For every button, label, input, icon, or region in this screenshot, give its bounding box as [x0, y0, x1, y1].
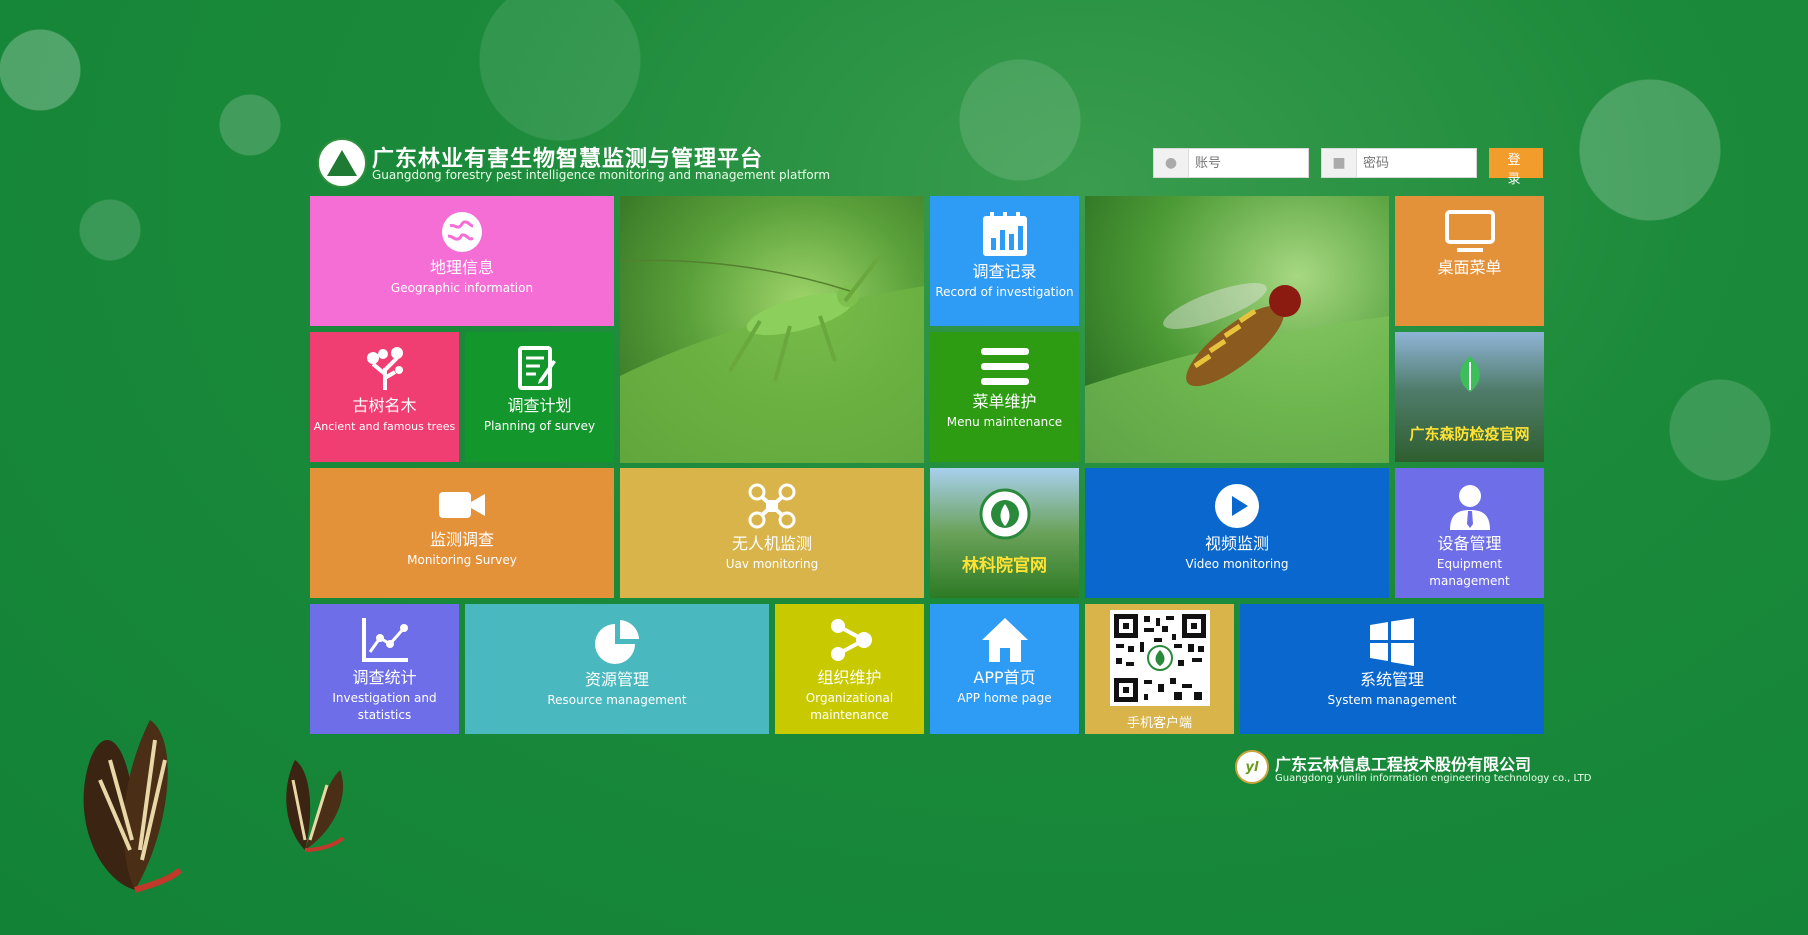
calendar-chart-icon	[930, 210, 1079, 258]
line-chart-icon	[310, 616, 459, 664]
tile-label-cn: 设备管理	[1437, 534, 1502, 553]
monitor-icon	[1395, 210, 1544, 254]
tile-label-cn: 桌面菜单	[1437, 258, 1502, 277]
tile-label-cn: 调查统计	[352, 668, 417, 687]
leaf-logo-icon	[1395, 354, 1544, 394]
grasshopper-photo	[620, 196, 924, 463]
tile-menu-maintenance[interactable]: 菜单维护 Menu maintenance	[930, 332, 1079, 462]
tile-organizational-maintenance[interactable]: 组织维护 Organizational maintenance	[775, 604, 924, 734]
pie-chart-icon	[465, 618, 769, 666]
tile-uav-monitoring[interactable]: 无人机监测 Uav monitoring	[620, 468, 924, 598]
tile-label-en: Resource management	[547, 693, 687, 707]
tile-forest-quarantine-site[interactable]: 广东森防检疫官网	[1395, 332, 1544, 462]
tile-label-cn: 手机客户端	[1126, 716, 1192, 731]
page-subtitle: Guangdong forestry pest intelligence mon…	[372, 168, 831, 182]
tile-investigation-statistics[interactable]: 调查统计 Investigation and statistics	[310, 604, 459, 734]
tile-label-en: Ancient and famous trees	[313, 420, 456, 433]
drone-icon	[620, 482, 924, 530]
tile-system-management[interactable]: 系统管理 System management	[1240, 604, 1544, 734]
globe-icon	[310, 210, 614, 254]
tile-label-en: Menu maintenance	[946, 415, 1063, 429]
hoverfly-photo	[1085, 196, 1389, 463]
account-input[interactable]	[1193, 154, 1307, 172]
user-manager-icon	[1395, 482, 1544, 530]
login-button[interactable]: 登 录	[1489, 148, 1543, 187]
academy-seal-icon	[930, 488, 1079, 540]
tile-monitoring-survey[interactable]: 监测调查 Monitoring Survey	[310, 468, 614, 598]
tile-label-cn: 林科院官网	[962, 556, 1047, 576]
tile-label-cn: 组织维护	[817, 668, 882, 687]
org-network-icon	[775, 616, 924, 664]
tile-label-en: Video monitoring	[1185, 557, 1289, 571]
tile-label-cn: 地理信息	[429, 258, 494, 277]
tile-geographic-information[interactable]: 地理信息 Geographic information	[310, 196, 614, 326]
tile-label-en: Investigation and statistics	[332, 691, 437, 722]
play-circle-icon	[1085, 482, 1389, 530]
video-camera-icon	[310, 482, 614, 526]
tile-label-en: APP home page	[957, 691, 1052, 705]
tile-desktop-menu[interactable]: 桌面菜单	[1395, 196, 1544, 326]
tile-label-en: Record of investigation	[935, 285, 1074, 299]
hamburger-menu-icon	[930, 344, 1079, 388]
tile-label-en: System management	[1327, 693, 1457, 707]
company-logo: yl	[1235, 750, 1269, 784]
tile-label-en: Monitoring Survey	[407, 553, 517, 567]
tree-icon	[327, 150, 357, 176]
tile-label-cn: 调查计划	[507, 396, 572, 415]
account-field[interactable]: ●	[1153, 148, 1309, 178]
tile-label-cn: 调查记录	[972, 262, 1037, 281]
tile-label-cn: 系统管理	[1359, 670, 1424, 689]
tile-app-home-page[interactable]: APP首页 APP home page	[930, 604, 1079, 734]
tile-label-en: Geographic information	[390, 281, 534, 295]
tree-branch-icon	[310, 344, 459, 392]
edit-document-icon	[465, 344, 614, 392]
tile-label-cn: 无人机监测	[731, 534, 812, 553]
tile-label-en: Equipment management	[1429, 557, 1510, 588]
tile-forestry-academy-site[interactable]: 林科院官网	[930, 468, 1079, 598]
butterfly-icon	[83, 720, 183, 893]
tile-mobile-client[interactable]: 手机客户端	[1085, 604, 1234, 734]
company-name: 广东云林信息工程技术股份有限公司	[1275, 755, 1532, 774]
company-name-en: Guangdong yunlin information engineering…	[1275, 773, 1592, 784]
qr-code-icon	[1109, 610, 1210, 706]
platform-logo	[317, 138, 367, 188]
tile-label-en: Planning of survey	[483, 419, 596, 433]
tile-ancient-trees[interactable]: 古树名木 Ancient and famous trees	[310, 332, 459, 462]
tile-record-of-investigation[interactable]: 调查记录 Record of investigation	[930, 196, 1079, 326]
tile-label-cn: 视频监测	[1204, 534, 1269, 553]
windows-icon	[1240, 618, 1544, 666]
user-icon: ●	[1154, 149, 1189, 177]
tile-label-en: Uav monitoring	[725, 557, 819, 571]
tile-label-cn: 资源管理	[584, 670, 649, 689]
tile-label-cn: APP首页	[973, 668, 1036, 687]
home-icon	[930, 616, 1079, 664]
tile-label-cn: 广东森防检疫官网	[1409, 425, 1530, 443]
tile-label-cn: 菜单维护	[972, 392, 1037, 411]
tile-label-cn: 监测调查	[429, 530, 494, 549]
lock-icon: ■	[1322, 149, 1357, 177]
tile-label-en: Organizational maintenance	[805, 691, 894, 722]
tile-planning-of-survey[interactable]: 调查计划 Planning of survey	[465, 332, 614, 462]
tile-label-cn: 古树名木	[352, 396, 417, 415]
tile-resource-management[interactable]: 资源管理 Resource management	[465, 604, 769, 734]
password-input[interactable]	[1361, 154, 1475, 172]
butterfly-icon	[286, 760, 345, 852]
tile-equipment-management[interactable]: 设备管理 Equipment management	[1395, 468, 1544, 598]
tile-video-monitoring[interactable]: 视频监测 Video monitoring	[1085, 468, 1389, 598]
password-field[interactable]: ■	[1321, 148, 1477, 178]
